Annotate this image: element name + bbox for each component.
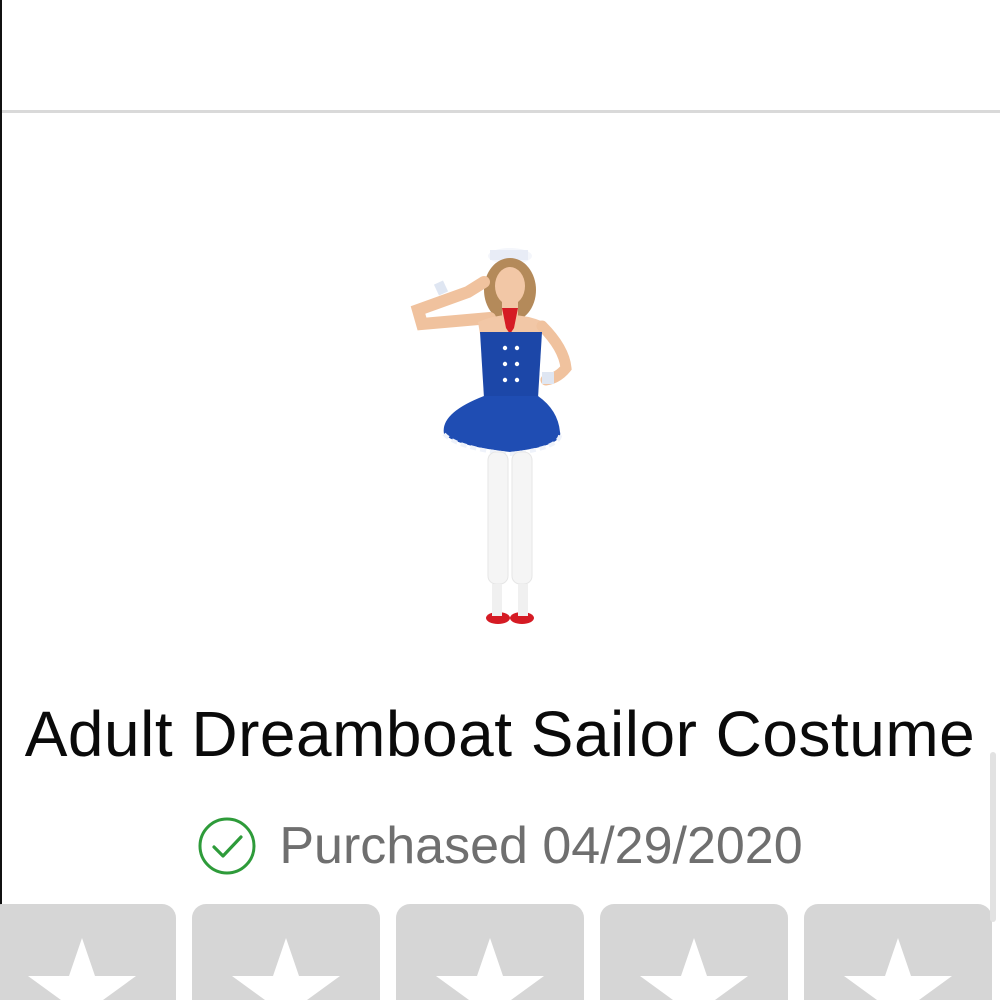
product-title: Adult Dreamboat Sailor Costume (24, 698, 976, 770)
star-rating-1[interactable] (0, 904, 176, 1000)
star-icon (844, 938, 952, 1000)
star-rating-3[interactable] (396, 904, 584, 1000)
star-icon (28, 938, 136, 1000)
product-image (360, 238, 620, 628)
star-icon (640, 938, 748, 1000)
star-rating-2[interactable] (192, 904, 380, 1000)
star-rating-5[interactable] (804, 904, 992, 1000)
star-icon (232, 938, 340, 1000)
purchase-status: Purchased 04/29/2020 (0, 806, 1000, 886)
header-area (2, 0, 1000, 110)
star-rating-4[interactable] (600, 904, 788, 1000)
review-screen: Adult Dreamboat Sailor Costume Purchased… (0, 0, 1000, 1000)
star-rating (0, 904, 1000, 1000)
check-circle-icon (198, 817, 256, 875)
star-icon (436, 938, 544, 1000)
purchase-date-label: Purchased 04/29/2020 (279, 817, 803, 875)
header-divider (2, 110, 1000, 113)
scrollbar[interactable] (990, 752, 996, 922)
